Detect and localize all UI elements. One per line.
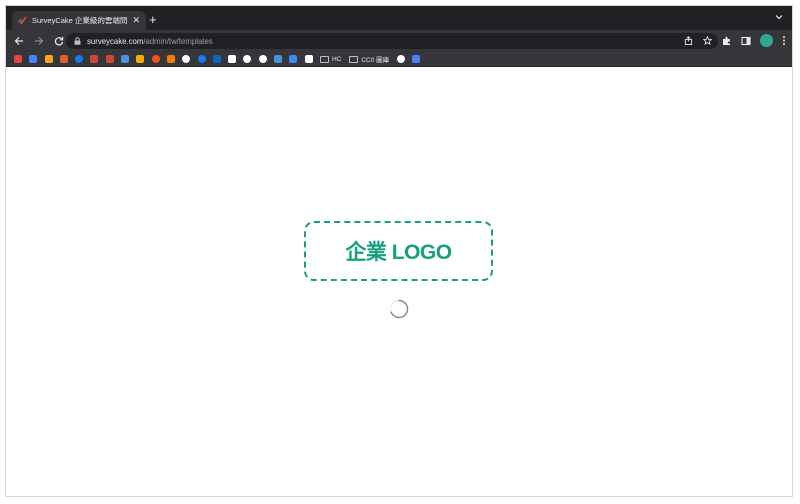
chevron-down-icon[interactable] (775, 13, 783, 21)
url-path: /admin/tw/templates (143, 36, 213, 46)
url-text: surveycake.com/admin/tw/templates (87, 37, 213, 46)
tab-title: SurveyCake 企業級的雲端問卷 (32, 16, 129, 25)
share-icon[interactable] (684, 36, 693, 45)
more-menu-icon[interactable] (782, 35, 786, 46)
close-tab-icon[interactable]: ✕ (132, 16, 140, 25)
bookmark-icon[interactable] (75, 55, 84, 63)
new-tab-icon[interactable]: + (149, 13, 157, 26)
folder-icon (319, 55, 329, 63)
url-host: surveycake.com (87, 36, 144, 46)
star-icon[interactable] (703, 36, 712, 45)
bookmark-icon[interactable] (289, 55, 298, 63)
bookmark-icon[interactable] (274, 55, 283, 63)
bookmark-icon[interactable] (228, 55, 237, 63)
page-content: 企業 LOGO (6, 67, 792, 496)
arrow-left-icon (14, 37, 23, 45)
bookmark-icon[interactable] (166, 55, 175, 63)
bookmark-icon[interactable] (44, 55, 53, 63)
loading-spinner-icon (389, 299, 409, 319)
reload-button[interactable] (52, 34, 66, 48)
bookmark-icon[interactable] (243, 55, 252, 63)
bookmark-icon[interactable] (304, 55, 313, 63)
browser-toolbar: surveycake.com/admin/tw/templates (6, 30, 792, 52)
company-logo-placeholder: 企業 LOGO (304, 221, 493, 281)
bookmark-icon[interactable] (151, 55, 160, 63)
address-bar[interactable]: surveycake.com/admin/tw/templates (66, 33, 718, 49)
arrow-right-icon (35, 37, 44, 45)
bookmark-icon[interactable] (258, 55, 267, 63)
logo-text: 企業 LOGO (345, 241, 452, 264)
surveycake-check-icon (18, 16, 27, 25)
bookmark-folder-hc[interactable]: HC (319, 55, 342, 63)
side-panel-icon[interactable] (741, 36, 751, 46)
bookmark-icon[interactable] (105, 55, 114, 63)
extensions-puzzle-icon[interactable] (722, 36, 732, 46)
bookmark-folder-label: CC0 圖庫 (361, 57, 390, 64)
bookmarks-bar: HC CC0 圖庫 (6, 52, 792, 67)
forward-button[interactable] (32, 34, 46, 48)
bookmark-folder-cc0[interactable]: CC0 圖庫 (349, 54, 389, 64)
bookmark-icon[interactable] (197, 55, 206, 63)
lock-icon[interactable] (74, 37, 81, 45)
bookmark-icon[interactable] (412, 55, 421, 63)
bookmark-icon[interactable] (59, 55, 68, 63)
bookmark-icon[interactable] (14, 55, 22, 63)
browser-window: SurveyCake 企業級的雲端問卷 ✕ + surveycake.com/a… (5, 5, 793, 497)
folder-icon (349, 55, 359, 63)
bookmark-icon[interactable] (121, 55, 130, 63)
tab-strip: SurveyCake 企業級的雲端問卷 ✕ + (6, 6, 792, 30)
browser-tab[interactable]: SurveyCake 企業級的雲端問卷 ✕ (12, 11, 146, 30)
bookmark-folder-label: HC (331, 55, 342, 63)
bookmark-icon[interactable] (29, 55, 38, 63)
bookmark-icon[interactable] (182, 55, 191, 63)
reload-icon (54, 37, 64, 46)
profile-avatar[interactable] (760, 34, 773, 47)
back-button[interactable] (12, 34, 26, 48)
bookmark-icon[interactable] (212, 55, 221, 63)
bookmark-icon[interactable] (90, 55, 99, 63)
bookmark-icon[interactable] (397, 55, 406, 63)
bookmark-icon[interactable] (136, 55, 145, 63)
